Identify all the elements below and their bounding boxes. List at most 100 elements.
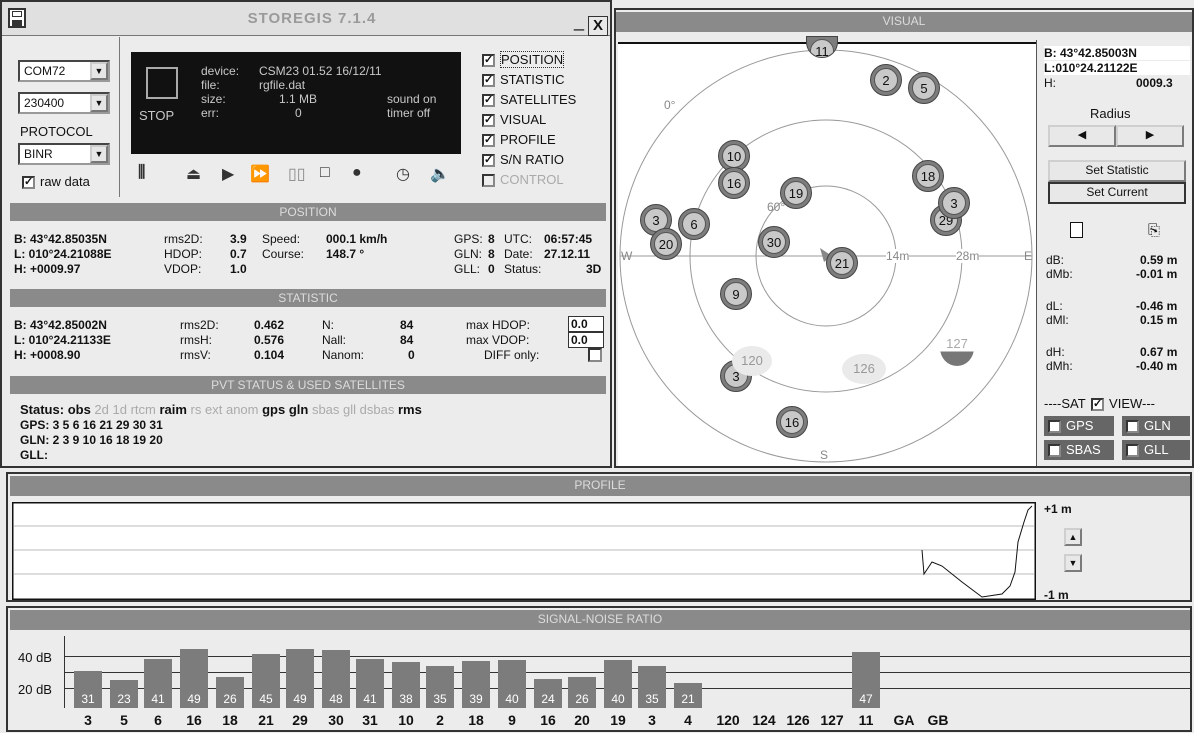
view-item[interactable]: ✓ PROFILE — [482, 132, 608, 152]
snr-sat-label: 18 — [468, 712, 484, 728]
sat-label: ----SAT — [1044, 396, 1086, 411]
set-current-button[interactable]: Set Current — [1048, 182, 1186, 204]
satellite-marker[interactable]: 20 — [650, 228, 682, 260]
play-icon[interactable]: ▶ — [222, 164, 234, 184]
checkbox-icon[interactable]: ✓ — [482, 74, 495, 88]
stat-nall-label: Nall: — [322, 333, 347, 347]
satellite-marker[interactable]: 18 — [912, 160, 944, 192]
eject-icon[interactable]: ⏏ — [186, 164, 201, 184]
profile-down-button[interactable]: ▼ — [1064, 554, 1082, 572]
view-item[interactable]: ✓ STATISTIC — [482, 72, 608, 92]
satellite-marker[interactable]: 30 — [758, 226, 790, 258]
chevron-down-icon[interactable]: ▼ — [90, 94, 108, 112]
checkbox-icon[interactable]: ✓ — [1126, 420, 1139, 434]
checkbox-icon[interactable] — [482, 174, 495, 188]
stop-icon[interactable]: □ — [320, 164, 330, 182]
view-item[interactable]: ✓ S/N RATIO — [482, 152, 608, 172]
checkbox-icon[interactable]: ✓ — [482, 54, 495, 68]
pause-icon[interactable]: ▯▯ — [288, 164, 306, 184]
snr-bar-value: 41 — [363, 692, 377, 706]
satellite-marker[interactable]: 9 — [720, 278, 752, 310]
satellite-id: 3 — [942, 191, 966, 215]
date-value: 27.12.11 — [544, 247, 591, 261]
record-icon[interactable]: ● — [352, 164, 362, 182]
diff-only-checkbox[interactable] — [588, 348, 602, 362]
chevron-down-icon[interactable]: ▼ — [90, 145, 108, 163]
pvt-flags: obs 2d 1d rtcm raim rs ext anom gps gln … — [68, 402, 422, 417]
filter-sbas[interactable]: ✓ SBAS — [1044, 440, 1114, 460]
snr-sat-label: 5 — [120, 712, 128, 728]
checkbox-icon[interactable]: ✓ — [482, 134, 495, 148]
profile-up-button[interactable]: ▲ — [1064, 528, 1082, 546]
snr-sat-label: 21 — [258, 712, 274, 728]
copy-icon[interactable]: ⎘ — [1148, 222, 1160, 239]
visual-h-field[interactable]: 0009.3 — [1136, 76, 1173, 90]
raw-data-checkbox[interactable]: ✓ raw data — [22, 174, 90, 190]
minimize-button[interactable]: _ — [570, 12, 588, 34]
view-item[interactable]: CONTROL — [482, 172, 608, 192]
max-hdop-field[interactable]: 0.0 — [568, 316, 604, 332]
checkbox-icon[interactable]: ✓ — [1048, 420, 1061, 434]
protocol-select[interactable]: BINR ▼ — [18, 143, 110, 165]
port-select[interactable]: COM72 ▼ — [18, 60, 110, 82]
view-item[interactable]: ✓ POSITION — [482, 51, 608, 72]
file-label: file: — [201, 78, 220, 92]
filter-gln-label: GLN — [1144, 418, 1171, 433]
clock-icon[interactable]: ◷ — [396, 164, 410, 184]
stop-label[interactable]: STOP — [139, 108, 174, 123]
radius-decrease-button[interactable]: ◀ — [1048, 125, 1116, 147]
snr-sat-label: 29 — [292, 712, 308, 728]
snr-sat-label: GA — [893, 712, 915, 728]
satellite-marker[interactable]: 16 — [718, 167, 750, 199]
pvt-flag: dsbas — [359, 402, 398, 417]
stat-rms2d-label: rms2D: — [180, 318, 219, 332]
checkbox-icon[interactable]: ✓ — [482, 154, 495, 168]
checkbox-icon[interactable]: ✓ — [1091, 398, 1105, 412]
sbas-satellite-marker[interactable]: 120 — [732, 346, 772, 376]
satellite-marker[interactable]: 3 — [938, 187, 970, 219]
satellite-marker[interactable]: 2 — [870, 64, 902, 96]
satellite-marker[interactable]: 19 — [780, 177, 812, 209]
visual-l-field[interactable]: L:010°24.21122E — [1044, 61, 1190, 75]
set-statistic-button[interactable]: Set Statistic — [1048, 160, 1186, 182]
checkbox-icon[interactable]: ✓ — [482, 114, 495, 128]
radius-increase-button[interactable]: ▶ — [1116, 125, 1184, 147]
visual-b-field[interactable]: B: 43°42.85003N — [1044, 46, 1190, 60]
fast-forward-icon[interactable]: ⏩ — [250, 164, 270, 184]
satellite-marker[interactable]: 5 — [908, 72, 940, 104]
chevron-down-icon[interactable]: ▼ — [90, 62, 108, 80]
bars-icon[interactable]: ⫼ — [138, 164, 145, 182]
max-vdop-field[interactable]: 0.0 — [568, 332, 604, 348]
sbas-satellite-marker[interactable]: 127 — [940, 330, 974, 366]
snr-bar-value: 49 — [293, 692, 307, 706]
satellite-id: 18 — [916, 164, 940, 188]
snr-bar-value: 47 — [859, 692, 873, 706]
baud-select[interactable]: 230400 ▼ — [18, 92, 110, 114]
sbas-satellite-marker[interactable]: 126 — [842, 354, 886, 384]
satellite-marker[interactable]: 16 — [776, 406, 808, 438]
floppy-icon[interactable] — [8, 8, 26, 28]
view-item[interactable]: ✓ SATELLITES — [482, 92, 608, 112]
satellite-marker[interactable]: 6 — [678, 208, 710, 240]
satellite-marker[interactable]: 21 — [826, 247, 858, 279]
speaker-icon[interactable]: 🔈 — [430, 164, 450, 184]
view-list: ✓ POSITION ✓ STATISTIC ✓ SATELLITES ✓ VISUAL… — [482, 51, 608, 192]
filter-gps[interactable]: ✓ GPS — [1044, 416, 1114, 436]
filter-gln[interactable]: ✓ GLN — [1122, 416, 1190, 436]
checkbox-icon[interactable]: ✓ — [22, 176, 35, 190]
checkbox-icon[interactable]: ✓ — [1048, 444, 1061, 458]
stop-square-icon[interactable] — [146, 67, 178, 99]
pvt-status-row: Status: obs 2d 1d rtcm raim rs ext anom … — [20, 402, 422, 417]
checkbox-icon[interactable]: ✓ — [1126, 444, 1139, 458]
satellite-id: 6 — [682, 212, 706, 236]
position-b: B: 43°42.85035N — [14, 232, 107, 246]
pvt-gll-list: GLL: — [20, 448, 48, 462]
snr-sat-label: 30 — [328, 712, 344, 728]
dl-value: -0.46 m — [1136, 299, 1178, 313]
new-document-icon[interactable] — [1070, 222, 1083, 238]
view-item[interactable]: ✓ VISUAL — [482, 112, 608, 132]
satellite-id: 127 — [946, 336, 968, 351]
close-button[interactable]: X — [588, 16, 608, 36]
checkbox-icon[interactable]: ✓ — [482, 94, 495, 108]
filter-gll[interactable]: ✓ GLL — [1122, 440, 1190, 460]
